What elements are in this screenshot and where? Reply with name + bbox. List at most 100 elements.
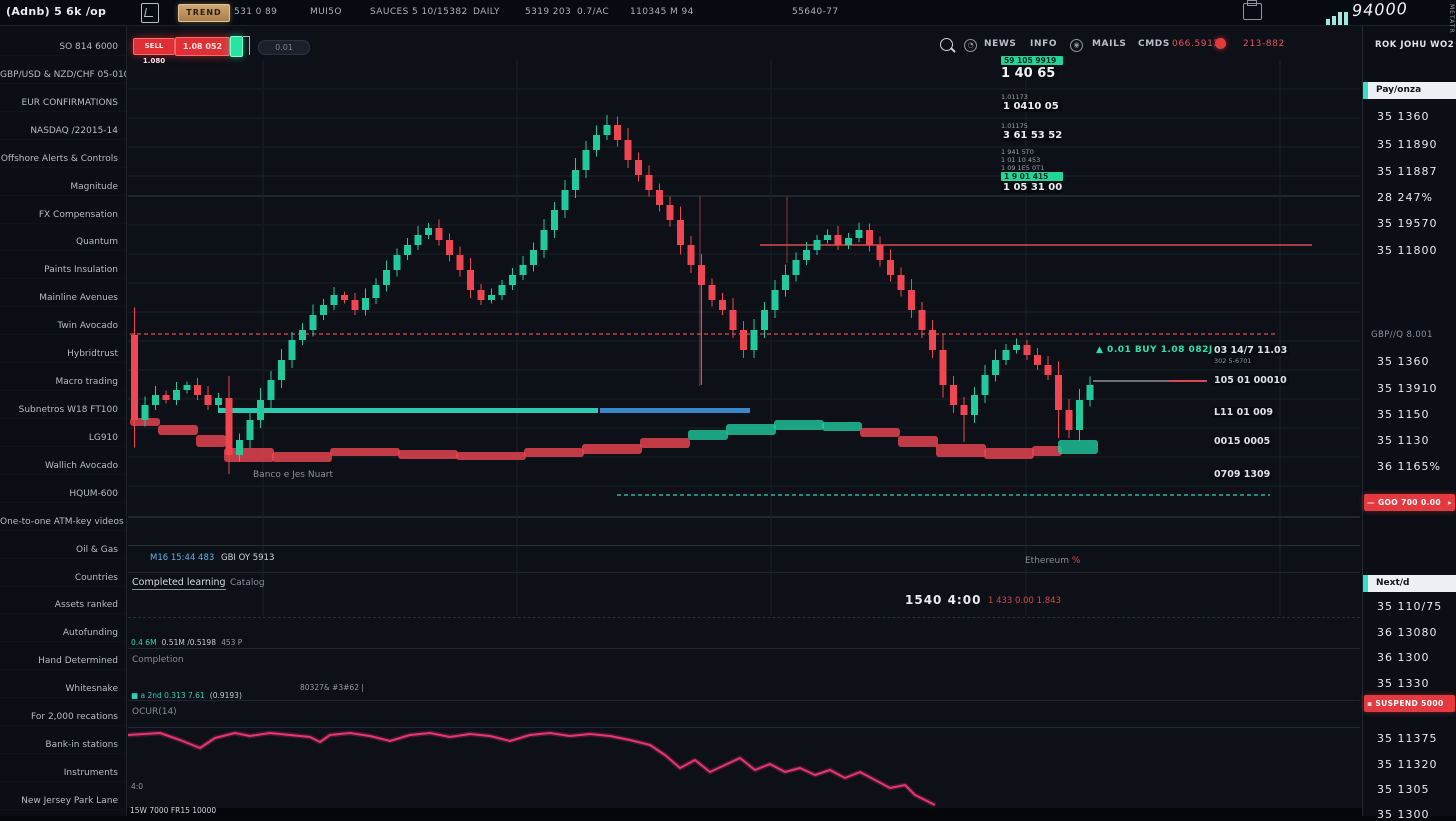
watchlist-item[interactable]: Countries xyxy=(0,570,126,587)
dom-price-row[interactable]: 35 19570 xyxy=(1377,217,1438,230)
top-bar-item[interactable]: 0.7/AC xyxy=(577,7,609,17)
dom-price-row[interactable]: 28 247% xyxy=(1377,191,1433,204)
history-id: GBI OY 5913 xyxy=(221,553,274,563)
top-bar-item[interactable]: 110345 M 94 xyxy=(630,7,694,17)
price-flag: 1 01 10 453 xyxy=(1001,156,1057,164)
volume-bars-icon xyxy=(1326,6,1350,25)
indicator-label-1[interactable]: Completion xyxy=(132,655,184,665)
watchlist-item[interactable]: One-to-one ATM-key videos on xyxy=(0,514,126,531)
indicator-label-2[interactable]: OCUR(14) xyxy=(132,707,177,717)
news-menu[interactable]: NEWS xyxy=(984,39,1017,49)
alert-price-2: 213-882 xyxy=(1243,39,1285,49)
account-number: 94000 xyxy=(1352,0,1409,20)
watchlist-item[interactable]: Macro trading xyxy=(0,374,126,391)
top-bar-item[interactable]: 55640-77 xyxy=(792,7,839,17)
dom-price-row[interactable]: 35 1305 xyxy=(1377,783,1430,796)
watchlist-item[interactable]: Whitesnake xyxy=(0,681,126,698)
top-bar-item[interactable]: 531 0 89 xyxy=(234,7,277,17)
watchlist-item[interactable]: Assets ranked xyxy=(0,597,126,614)
watchlist-item[interactable]: NASDAQ /22015-14 xyxy=(0,123,126,140)
alert-dot-icon[interactable] xyxy=(1215,38,1226,49)
platform-brand-vertical: METATR xyxy=(1448,4,1455,34)
sell-button[interactable]: SELL 1.080 xyxy=(133,38,175,55)
watchlist-item[interactable]: Wallich Avocado xyxy=(0,458,126,475)
profile-icon[interactable]: ◉ xyxy=(1070,39,1083,52)
dom-price-row[interactable]: 35 11800 xyxy=(1377,244,1438,257)
watchlist-item[interactable]: For 2,000 recations xyxy=(0,709,126,726)
lot-size-field[interactable]: 0.01 xyxy=(258,40,310,55)
dom-price-row[interactable]: 35 1360 xyxy=(1377,355,1430,368)
watchlist-item[interactable]: New Jersey Park Lane xyxy=(0,793,126,810)
dom-price-row[interactable]: 35 110/75 xyxy=(1377,600,1442,613)
search-icon[interactable] xyxy=(940,38,953,51)
buy-button[interactable] xyxy=(230,36,243,57)
new-order-icon[interactable] xyxy=(141,3,159,23)
open-position-label[interactable]: ▲ 0.01 BUY 1.08 082J xyxy=(1096,345,1213,355)
dom-price-row[interactable]: 36 13080 xyxy=(1377,626,1438,639)
dom-price-row[interactable]: 35 11887 xyxy=(1377,165,1438,178)
osc2-value-white: (0.9193) xyxy=(210,691,242,700)
history-link[interactable]: M16 15:44 483 xyxy=(150,553,214,563)
dom-price-row[interactable]: 35 1330 xyxy=(1377,677,1430,690)
dom-price-row[interactable]: 35 11890 xyxy=(1377,138,1438,151)
price-flag: 1.01175 xyxy=(1001,122,1057,130)
axis-price-label: L11 01 009 xyxy=(1212,407,1275,418)
top-bar-item[interactable]: DAILY xyxy=(473,7,500,17)
dom-price-row[interactable]: 35 11375 xyxy=(1377,732,1438,745)
globe-icon[interactable]: ◔ xyxy=(964,39,977,52)
osc1-value-teal: 0.4 6M xyxy=(131,638,157,647)
top-bar-item[interactable]: MUI5O xyxy=(310,7,342,17)
cmds-menu[interactable]: CMDS xyxy=(1138,39,1170,49)
dom-price-row[interactable]: 35 13910 xyxy=(1377,382,1438,395)
watchlist-item[interactable]: Quantum xyxy=(0,234,126,251)
watchlist-item[interactable]: Instruments xyxy=(0,765,126,782)
info-menu[interactable]: INFO xyxy=(1030,39,1057,49)
watchlist-item[interactable]: FX Compensation xyxy=(0,207,126,224)
app-title: (Adnb) 5 6k /op xyxy=(6,5,106,18)
print-icon[interactable] xyxy=(1243,3,1262,20)
trend-button[interactable]: TREND xyxy=(178,4,230,22)
top-bar-item[interactable]: 5319 203 xyxy=(525,7,571,17)
dom-price-row[interactable]: 35 1300 xyxy=(1377,808,1430,821)
chevron-right-icon[interactable]: ▸ xyxy=(1448,494,1452,511)
dom-price-row[interactable]: 35 1150 xyxy=(1377,408,1430,421)
watchlist-item[interactable]: GBP/USD & NZD/CHF 05-010 xyxy=(0,67,126,84)
watchlist-item[interactable]: Paints Insulation xyxy=(0,262,126,279)
dom-ask-flag[interactable]: Next/d xyxy=(1363,575,1456,592)
watchlist-item[interactable]: Bank-in stations xyxy=(0,737,126,754)
watchlist-item[interactable]: Offshore Alerts & Controls xyxy=(0,151,126,168)
top-bar: (Adnb) 5 6k /op TREND 531 0 89 MUI5O SAUCE… xyxy=(0,0,1456,26)
mails-menu[interactable]: MAILS xyxy=(1092,39,1127,49)
watchlist-item[interactable]: Autofunding xyxy=(0,625,126,642)
indicator-values-1: 0.4 6M 0.51M /0.5198 453 P xyxy=(131,630,242,649)
watchlist-item[interactable]: Hybridtrust xyxy=(0,346,126,363)
dom-price-row[interactable]: 36 1165% xyxy=(1377,460,1441,473)
square-icon[interactable]: ▪ xyxy=(1367,695,1372,712)
osc2-value-teal: ■ a 2nd 0.313 7.61 xyxy=(131,691,205,700)
dom-price-row[interactable]: 35 11320 xyxy=(1377,758,1438,771)
dom-sell-order-button[interactable]: — GOO 700 0.00 ▸ xyxy=(1364,494,1455,511)
watchlist-item[interactable]: Twin Avocado xyxy=(0,318,126,335)
watchlist-item[interactable]: Subnetros W18 FT100 xyxy=(0,402,126,419)
top-bar-item[interactable]: SAUCES 5 10/15382 xyxy=(370,7,468,17)
watchlist-item[interactable]: HQUM-600 xyxy=(0,486,126,503)
dom-price-row[interactable]: 35 1130 xyxy=(1377,434,1430,447)
dom-suspend-button[interactable]: ▪ SUSPEND 5000 xyxy=(1364,695,1455,712)
dom-bid-flag[interactable]: Pay/onza xyxy=(1363,82,1456,99)
watchlist-item[interactable]: Magnitude xyxy=(0,179,126,196)
watchlist-item[interactable]: Oil & Gas xyxy=(0,542,126,559)
watchlist-item[interactable]: SO 814 6000 xyxy=(0,39,126,56)
tab-completed[interactable]: Completed learning xyxy=(132,577,226,590)
watchlist-item[interactable]: LG910 xyxy=(0,430,126,447)
session-time: 1540 4:00 xyxy=(905,593,981,607)
watchlist-item[interactable]: Mainline Avenues xyxy=(0,290,126,307)
percent-red: % xyxy=(1072,556,1081,566)
minus-icon[interactable]: — xyxy=(1367,494,1375,511)
dom-price-row[interactable]: 36 1300 xyxy=(1377,651,1430,664)
watchlist-item[interactable]: EUR CONFIRMATIONS xyxy=(0,95,126,112)
sell-price-button[interactable]: 1.08 052 xyxy=(175,37,230,56)
price-flag: 1 9 01 415 xyxy=(1001,172,1063,181)
dom-price-row[interactable]: 35 1360 xyxy=(1377,110,1430,123)
tab-catalog[interactable]: Catalog xyxy=(230,578,265,588)
watchlist-item[interactable]: Hand Determined xyxy=(0,653,126,670)
